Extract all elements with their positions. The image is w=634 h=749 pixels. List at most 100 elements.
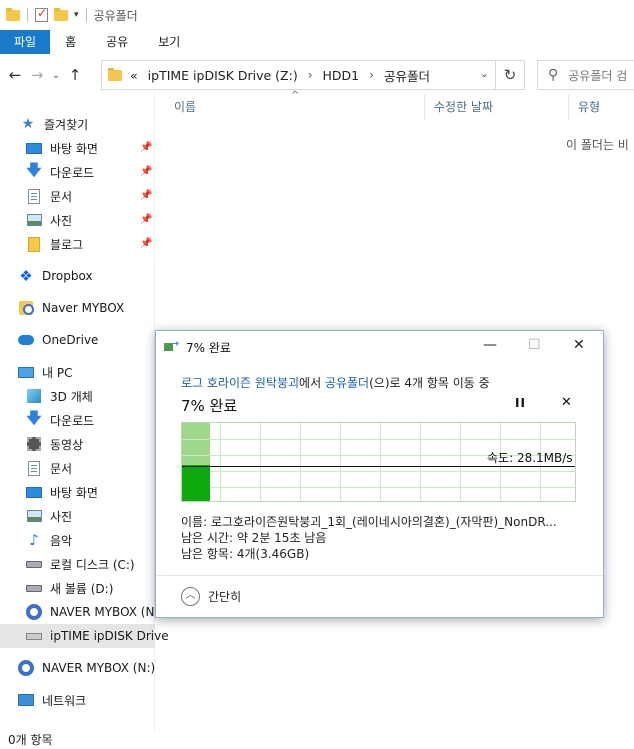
document-icon [28, 188, 40, 204]
nav-music[interactable]: ♪ 음악 [26, 528, 72, 552]
grid-line [420, 423, 421, 501]
minimize-icon[interactable]: — [483, 337, 497, 353]
back-arrow-icon[interactable]: ← [4, 66, 26, 84]
nav-dropbox[interactable]: ❖ Dropbox [18, 264, 92, 288]
chevron-up-icon[interactable]: ︿ [181, 587, 200, 606]
download-icon: 🡇 [26, 408, 42, 427]
speed-area [182, 465, 210, 501]
column-divider[interactable] [568, 94, 569, 120]
refresh-icon[interactable]: ↻ [496, 60, 525, 90]
cloud-icon [18, 335, 34, 345]
nav-this-pc[interactable]: 내 PC [18, 360, 72, 384]
pin-icon[interactable]: 📌 [140, 214, 152, 225]
nav-pictures[interactable]: 사진 [26, 208, 72, 232]
breadcrumb-overflow[interactable]: « [130, 68, 138, 83]
address-bar[interactable]: « ipTIME ipDISK Drive (Z:) › HDD1 › 공유폴더… [101, 60, 496, 90]
nav-3d-objects[interactable]: 3D 개체 [26, 384, 93, 408]
nav-iptime-drive[interactable]: ipTIME ipDISK Drive [0, 624, 169, 648]
tab-share[interactable]: 공유 [91, 30, 143, 54]
pin-icon[interactable]: 📌 [140, 190, 152, 201]
search-placeholder: 공유폴더 검 [568, 68, 628, 83]
tab-home[interactable]: 홈 [50, 30, 91, 54]
nav-quick-access[interactable]: ★ 즐겨찾기 [20, 112, 88, 136]
nav-naver-mybox-drive[interactable]: NAVER MYBOX (N:) [18, 656, 155, 680]
breadcrumb-shared-folder[interactable]: 공유폴더 [384, 66, 430, 85]
forward-arrow-icon[interactable]: → [26, 66, 48, 84]
up-arrow-icon[interactable]: ↑ [64, 66, 86, 84]
breadcrumb-drive[interactable]: ipTIME ipDISK Drive (Z:) [148, 68, 298, 83]
items-remaining-line: 남은 항목: 4개(3.46GB) [181, 547, 310, 561]
destination-folder-link[interactable]: 공유폴더 [325, 376, 369, 390]
properties-icon[interactable] [35, 6, 48, 22]
speed-line [182, 466, 575, 467]
tab-view[interactable]: 보기 [143, 30, 195, 54]
chevron-down-icon[interactable]: ⌄ [480, 67, 489, 80]
speed-label: 속도: 28.1MB/s [487, 451, 573, 465]
computer-icon [18, 366, 34, 378]
music-icon: ♪ [29, 531, 39, 549]
dialog-title: 7% 완료 [186, 340, 231, 355]
nav-documents[interactable]: 문서 [26, 184, 72, 208]
pin-icon[interactable]: 📌 [140, 142, 152, 153]
nav-pc-downloads[interactable]: 🡇 다운로드 [26, 408, 94, 432]
recent-locations-chevron-icon[interactable]: ⌄ [48, 70, 64, 81]
nav-pc-documents[interactable]: 문서 [26, 456, 72, 480]
nav-desktop[interactable]: 바탕 화면 [26, 136, 98, 160]
3d-objects-icon [27, 389, 41, 403]
title-bar: ▾ 공유폴더 [0, 0, 634, 30]
divider [27, 8, 28, 22]
breadcrumb-chevron-icon[interactable]: › [369, 68, 374, 82]
nav-pc-desktop[interactable]: 바탕 화면 [26, 480, 98, 504]
dialog-footer: ︿ 간단히 [156, 575, 603, 617]
column-header-modified[interactable]: 수정한 날짜 [434, 94, 493, 120]
column-header-name[interactable]: 이름 [174, 94, 196, 120]
breadcrumb-chevron-icon[interactable]: › [308, 68, 313, 82]
status-item-count: 0개 항목 [8, 733, 53, 747]
nav-network[interactable]: 네트워크 [18, 688, 86, 712]
nav-naver-mybox[interactable]: Naver MYBOX [18, 296, 124, 320]
close-icon[interactable]: ✕ [573, 337, 585, 353]
grid-line [182, 471, 575, 472]
grid-line [460, 423, 461, 501]
nav-downloads[interactable]: 🡇 다운로드 [26, 160, 94, 184]
column-divider[interactable] [424, 94, 425, 120]
dropbox-icon: ❖ [19, 267, 33, 285]
transfer-speed-graph: 속도: 28.1MB/s [181, 422, 576, 502]
grid-line [300, 423, 301, 501]
desktop-icon [26, 486, 42, 498]
nav-videos[interactable]: 동영상 [26, 432, 83, 456]
grid-line [182, 439, 575, 440]
chevron-down-icon[interactable]: ▾ [74, 10, 79, 20]
grid-line [220, 423, 221, 501]
window-title: 공유폴더 [93, 8, 138, 23]
nav-local-disk-c[interactable]: 로컬 디스크 (C:) [26, 552, 135, 576]
nav-pc-pictures[interactable]: 사진 [26, 504, 72, 528]
dialog-title-bar: 7% 완료 — ☐ ✕ [156, 331, 603, 363]
grid-line [340, 423, 341, 501]
search-input[interactable]: ⚲ 공유폴더 검 [537, 60, 634, 90]
pin-icon[interactable]: 📌 [140, 238, 152, 249]
document-icon [28, 460, 40, 476]
column-header-type[interactable]: 유형 [578, 94, 600, 120]
folder-icon[interactable] [6, 7, 20, 21]
new-folder-icon[interactable] [54, 7, 68, 21]
operation-description: 로그 호라이즌 원탁붕괴에서 공유폴더(으)로 4개 항목 이동 중 [181, 376, 490, 390]
pause-button[interactable]: II [515, 396, 526, 410]
nav-onedrive[interactable]: OneDrive [18, 328, 98, 352]
folder-icon [28, 236, 40, 252]
picture-icon [26, 214, 42, 226]
maximize-icon[interactable]: ☐ [528, 337, 541, 353]
fewer-details-button[interactable]: 간단히 [208, 588, 241, 605]
pin-icon[interactable]: 📌 [140, 166, 152, 177]
star-icon: ★ [21, 116, 35, 132]
nav-volume-d[interactable]: 새 볼륨 (D:) [26, 576, 113, 600]
nav-blog-folder[interactable]: 블로그 [26, 232, 83, 256]
source-folder-link[interactable]: 로그 호라이즌 원탁붕괴 [181, 376, 299, 390]
breadcrumb-hdd1[interactable]: HDD1 [323, 68, 360, 83]
cancel-button[interactable]: ✕ [561, 395, 572, 410]
divider [85, 8, 87, 22]
hard-drive-icon [26, 560, 42, 568]
tab-file[interactable]: 파일 [0, 30, 51, 54]
nav-naver-mybox-n[interactable]: NAVER MYBOX (N: [26, 600, 158, 624]
sort-up-icon: ^ [291, 90, 300, 101]
